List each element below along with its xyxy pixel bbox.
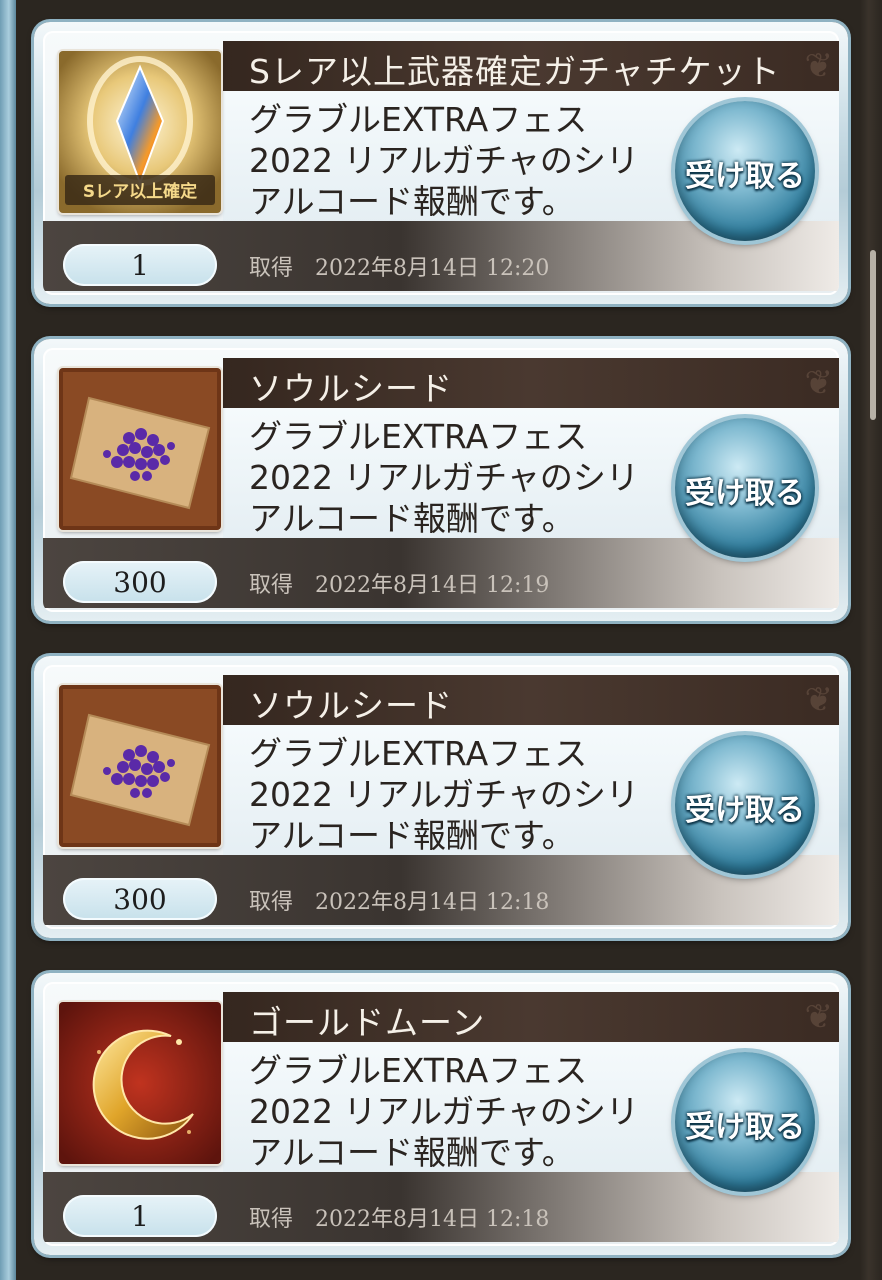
- reward-list: ❦ Sレア以上武器確定ガチャチケット グラブルEXTRAフェス2022 リアルガ…: [0, 0, 882, 1280]
- acquired-datetime: 2022年8月14日 12:18: [315, 890, 550, 915]
- acquired-info: 取得 2022年8月14日 12:19: [249, 567, 549, 599]
- reward-card: ❦ Sレア以上武器確定ガチャチケット グラブルEXTRAフェス2022 リアルガ…: [34, 22, 848, 304]
- quantity-badge: 300: [63, 561, 217, 603]
- quantity-badge: 1: [63, 244, 217, 286]
- reward-card-body: ❦ ソウルシード グラブルEXTRAフェス2022 リアルガチャのシリアルコード…: [43, 665, 839, 929]
- item-name: ソウルシード: [249, 686, 453, 725]
- reward-card: ❦ ソウルシード グラブルEXTRAフェス2022 リアルガチャのシリアルコード…: [34, 339, 848, 621]
- acquired-datetime: 2022年8月14日 12:19: [315, 573, 550, 598]
- ticket-caption: Sレア以上確定: [83, 181, 197, 202]
- ornament-decoration: ❦: [804, 363, 834, 403]
- acquired-label: 取得: [249, 573, 294, 598]
- item-description: グラブルEXTRAフェス2022 リアルガチャのシリアルコード報酬です。: [249, 100, 639, 221]
- item-name: ソウルシード: [249, 369, 453, 408]
- receive-button[interactable]: 受け取る: [675, 735, 815, 875]
- quantity-badge: 1: [63, 1195, 217, 1237]
- receive-button-label: 受け取る: [685, 159, 805, 194]
- reward-card: ❦ ゴールドムーン グラブルEXTRAフェス2022 リアルガチャのシリアルコー…: [34, 973, 848, 1255]
- receive-button[interactable]: 受け取る: [675, 1052, 815, 1192]
- item-name: Sレア以上武器確定ガチャチケット: [249, 52, 781, 91]
- receive-button-label: 受け取る: [685, 476, 805, 511]
- item-description: グラブルEXTRAフェス2022 リアルガチャのシリアルコード報酬です。: [249, 734, 639, 855]
- receive-button-label: 受け取る: [685, 1110, 805, 1145]
- reward-card-body: ❦ ソウルシード グラブルEXTRAフェス2022 リアルガチャのシリアルコード…: [43, 348, 839, 612]
- reward-card: ❦ ソウルシード グラブルEXTRAフェス2022 リアルガチャのシリアルコード…: [34, 656, 848, 938]
- acquired-label: 取得: [249, 1207, 294, 1232]
- acquired-info: 取得 2022年8月14日 12:20: [249, 250, 549, 282]
- reward-card-body: ❦ ゴールドムーン グラブルEXTRAフェス2022 リアルガチャのシリアルコー…: [43, 982, 839, 1246]
- quantity-badge: 300: [63, 878, 217, 920]
- item-description: グラブルEXTRAフェス2022 リアルガチャのシリアルコード報酬です。: [249, 1051, 639, 1172]
- acquired-label: 取得: [249, 256, 294, 281]
- receive-button[interactable]: 受け取る: [675, 418, 815, 558]
- reward-card-body: ❦ Sレア以上武器確定ガチャチケット グラブルEXTRAフェス2022 リアルガ…: [43, 31, 839, 295]
- gold-moon-icon: [59, 1002, 221, 1164]
- acquired-info: 取得 2022年8月14日 12:18: [249, 1201, 549, 1233]
- acquired-datetime: 2022年8月14日 12:20: [315, 256, 550, 281]
- ornament-decoration: ❦: [804, 680, 834, 720]
- receive-button[interactable]: 受け取る: [675, 101, 815, 241]
- item-name: ゴールドムーン: [249, 1003, 486, 1042]
- receive-button-label: 受け取る: [685, 793, 805, 828]
- soul-seed-icon: [59, 685, 221, 847]
- acquired-info: 取得 2022年8月14日 12:18: [249, 884, 549, 916]
- gacha-ticket-icon: Sレア以上確定: [59, 51, 221, 213]
- ornament-decoration: ❦: [804, 997, 834, 1037]
- item-description: グラブルEXTRAフェス2022 リアルガチャのシリアルコード報酬です。: [249, 417, 639, 538]
- acquired-label: 取得: [249, 890, 294, 915]
- acquired-datetime: 2022年8月14日 12:18: [315, 1207, 550, 1232]
- soul-seed-icon: [59, 368, 221, 530]
